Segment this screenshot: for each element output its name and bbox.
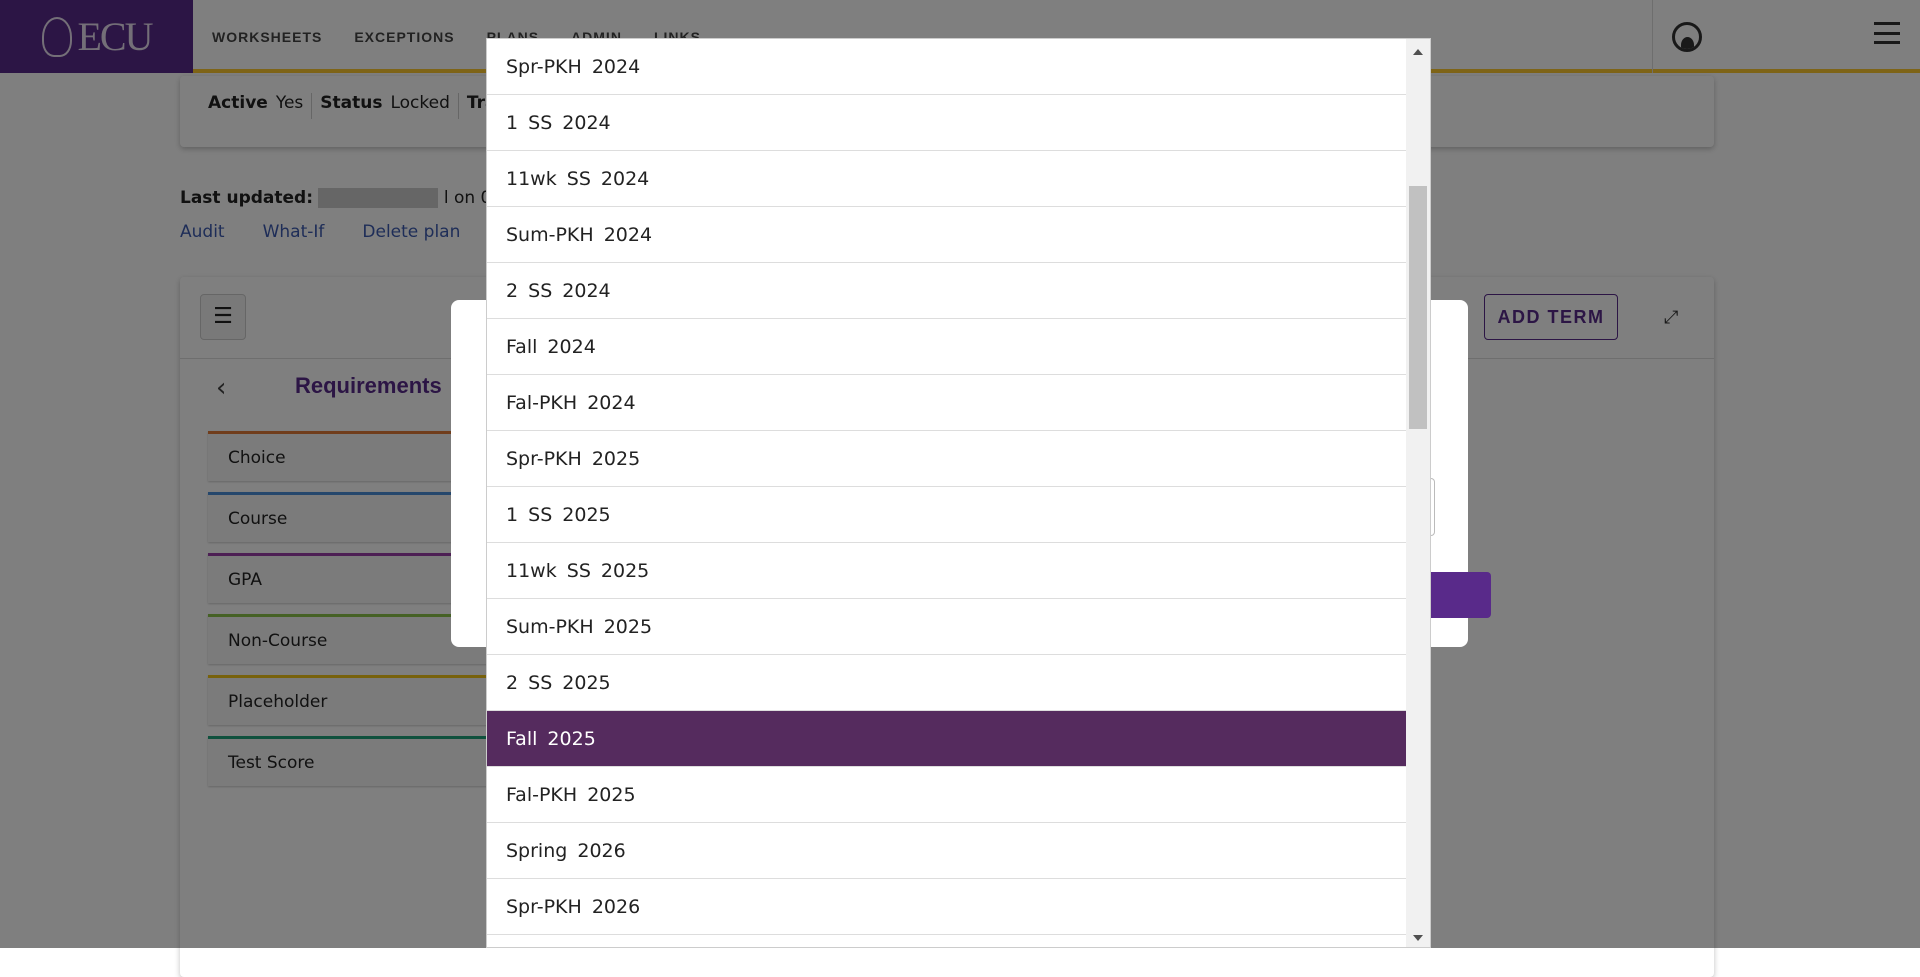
dropdown-option[interactable]: Spring 2026 — [487, 823, 1408, 879]
dropdown-option[interactable]: Sum-PKH 2024 — [487, 207, 1408, 263]
dropdown-option[interactable]: 2 SS 2024 — [487, 263, 1408, 319]
dropdown-option[interactable]: Fall 2025 — [487, 711, 1408, 767]
dropdown-option[interactable]: Spr-PKH 2026 — [487, 879, 1408, 935]
dropdown-option[interactable]: Fal-PKH 2025 — [487, 767, 1408, 823]
dropdown-option[interactable]: Fall 2024 — [487, 319, 1408, 375]
dropdown-option[interactable]: 11wk SS 2024 — [487, 151, 1408, 207]
scroll-up-arrow-icon[interactable] — [1413, 49, 1423, 55]
dropdown-option[interactable]: 2 SS 2025 — [487, 655, 1408, 711]
dropdown-option[interactable]: Fal-PKH 2024 — [487, 375, 1408, 431]
term-dropdown-list: Spr-PKH 2024 1 SS 2024 11wk SS 2024 Sum-PKH… — [486, 38, 1431, 948]
dropdown-option[interactable]: 11wk SS 2025 — [487, 543, 1408, 599]
scroll-down-arrow-icon[interactable] — [1413, 935, 1423, 941]
dropdown-option[interactable]: 1 SS 2024 — [487, 95, 1408, 151]
dropdown-option[interactable]: Spr-PKH 2024 — [487, 39, 1408, 95]
scrollbar[interactable] — [1406, 39, 1430, 947]
scrollbar-thumb[interactable] — [1409, 186, 1427, 429]
dropdown-option[interactable]: 1 SS 2025 — [487, 487, 1408, 543]
dropdown-option[interactable]: Spr-PKH 2025 — [487, 431, 1408, 487]
dropdown-option[interactable]: Sum-PKH 2025 — [487, 599, 1408, 655]
